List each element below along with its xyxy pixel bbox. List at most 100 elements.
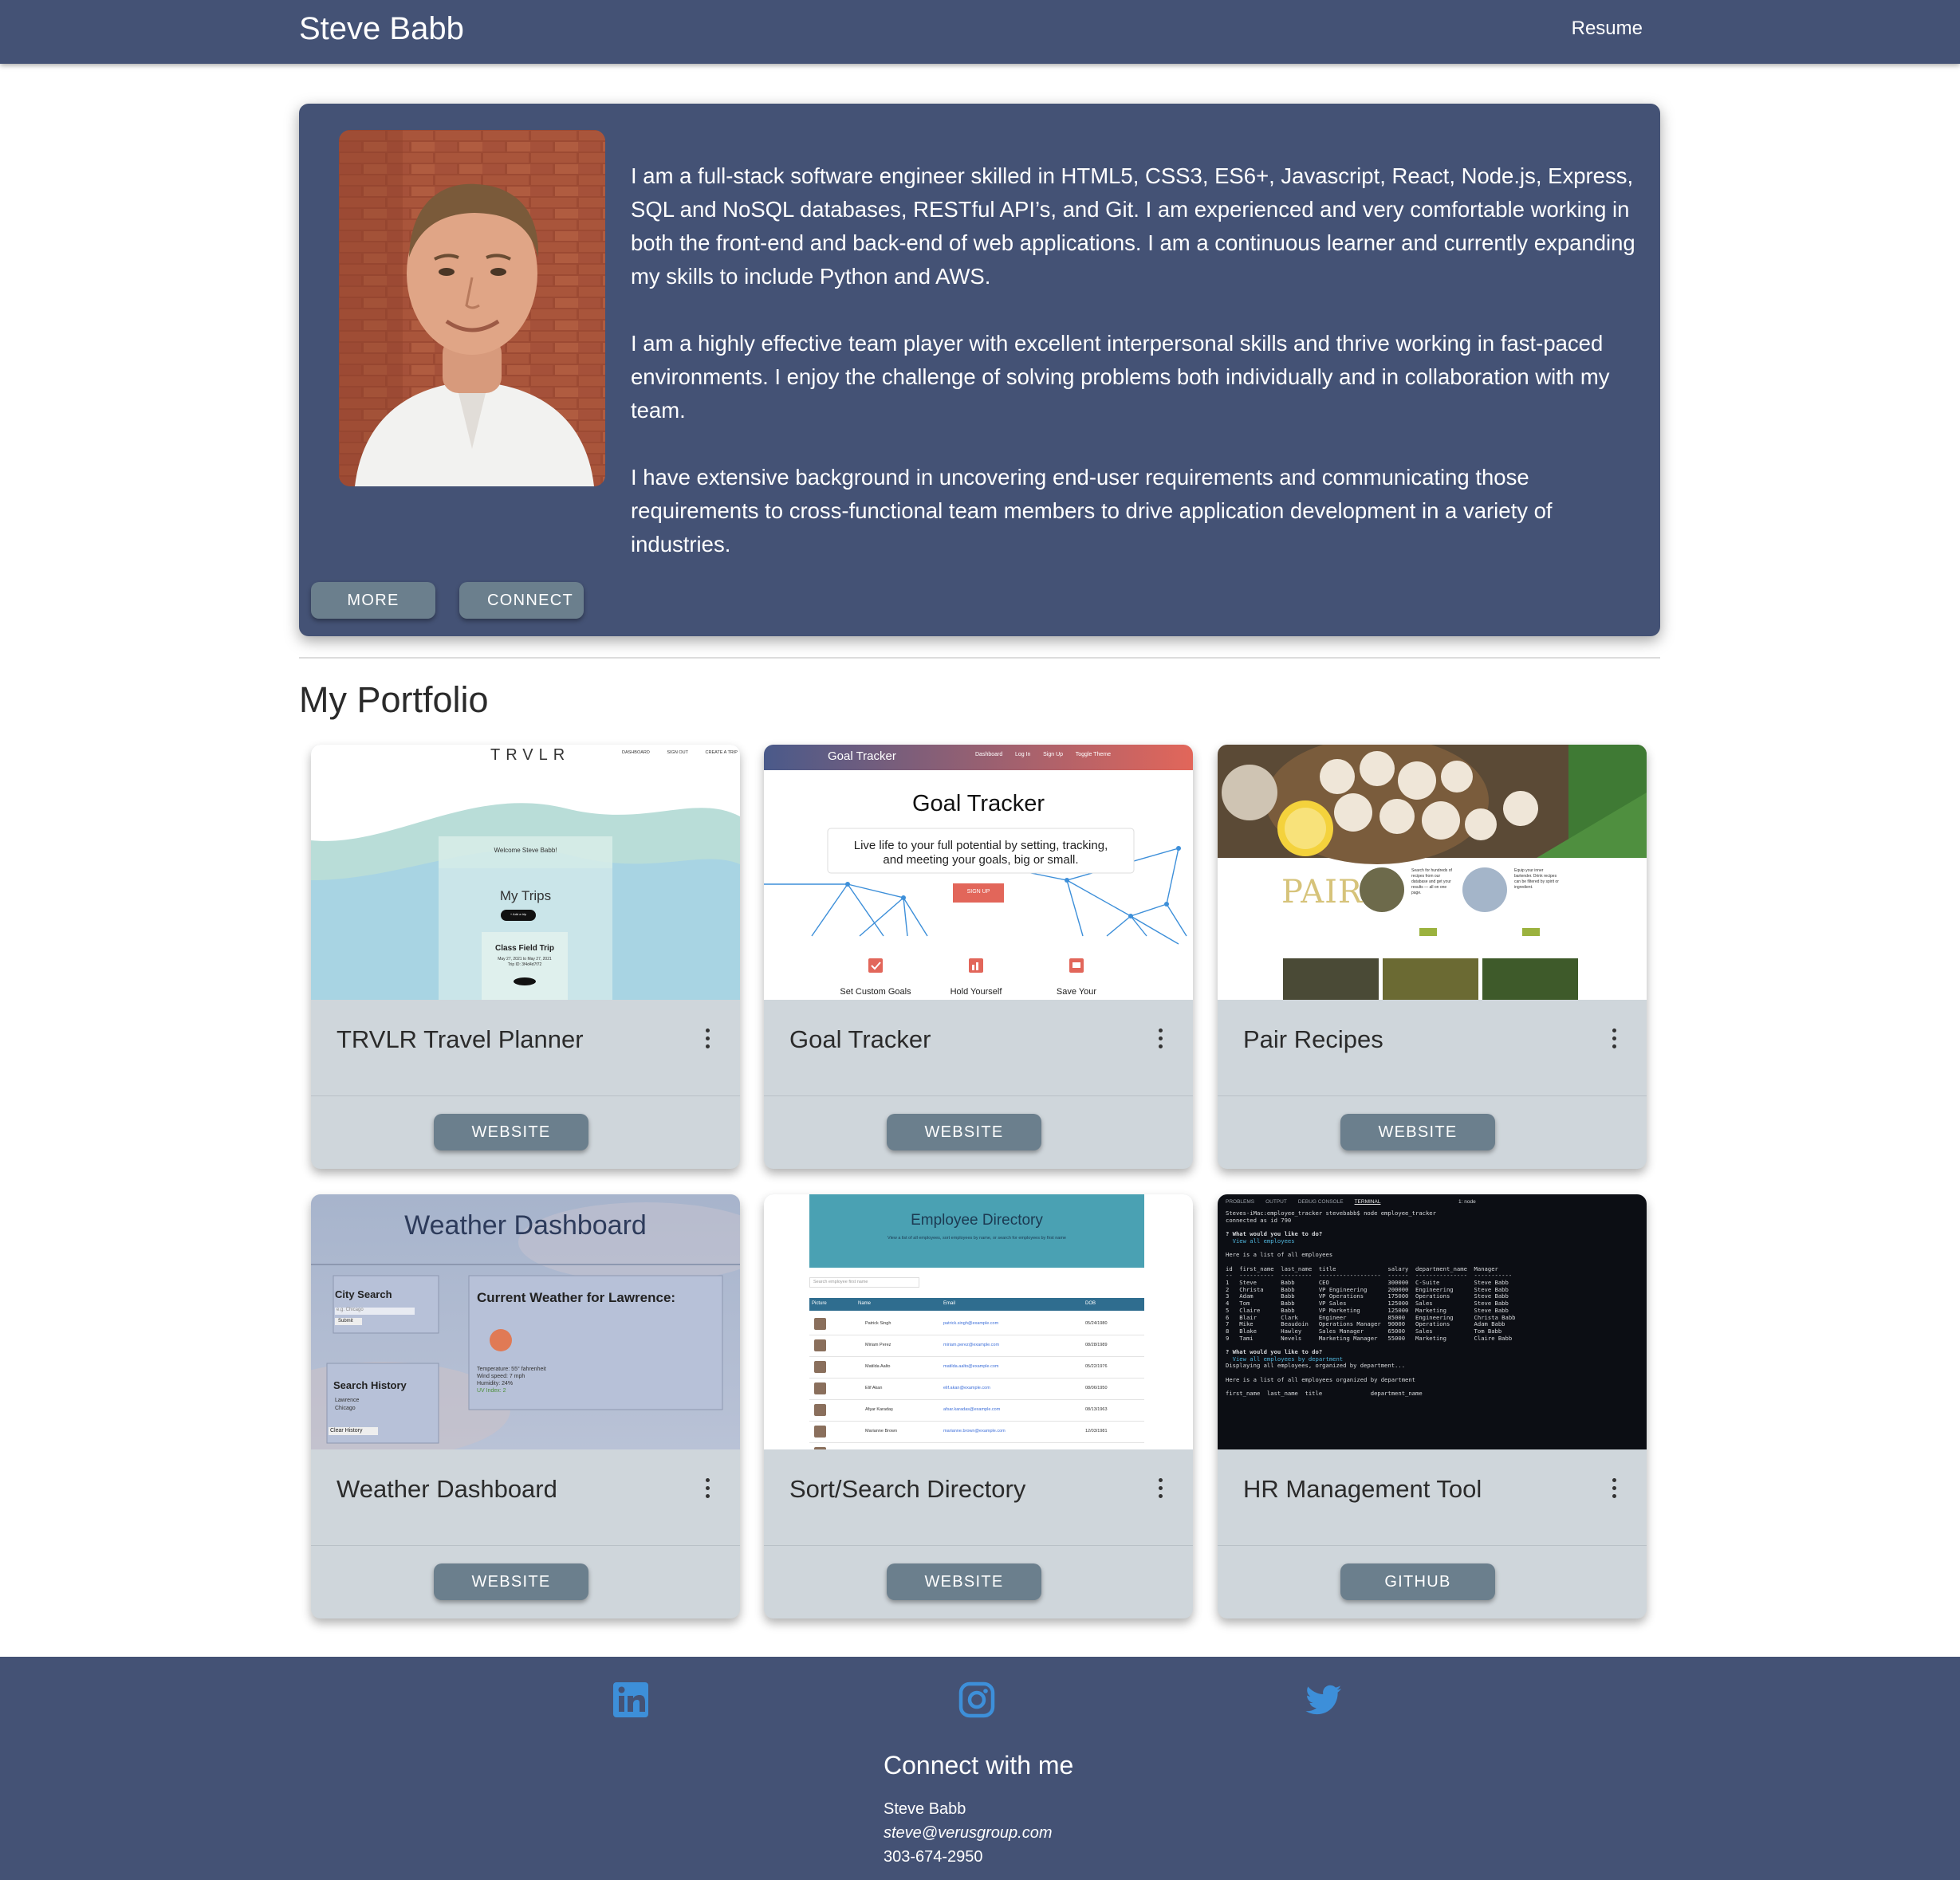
more-vert-icon[interactable] (1612, 1028, 1618, 1051)
card-title: Sort/Search Directory (789, 1475, 1026, 1503)
directory-col: Picture (812, 1301, 827, 1306)
navbar: Steve Babb Resume (0, 0, 1960, 64)
more-button[interactable]: MORE (311, 582, 435, 619)
more-vert-icon[interactable] (1612, 1478, 1618, 1500)
footer-email[interactable]: steve@verusgroup.com (884, 1824, 1053, 1843)
card-divider (1218, 1095, 1647, 1096)
project-card-hr-management-tool: PROBLEMS OUTPUT DEBUG CONSOLE TERMINAL 1… (1218, 1194, 1647, 1618)
trvlr-nav-item: DASHBOARD (622, 750, 650, 755)
weather-details: Temperature: 55° fahrenheit Wind speed: … (477, 1366, 546, 1394)
hr-tab: OUTPUT (1265, 1199, 1287, 1205)
website-button[interactable]: WEBSITE (434, 1114, 588, 1150)
goal-feature: Hold Yourself (950, 987, 1002, 997)
goal-tagline: Live life to your full potential by sett… (828, 839, 1134, 867)
weather-temp: Temperature: 55° fahrenheit (477, 1367, 546, 1372)
weather-city-input: e.g. Chicago (337, 1308, 364, 1312)
goal-nav-item: Dashboard (975, 752, 1003, 757)
footer: Connect with me Steve Babb steve@verusgr… (0, 1657, 1960, 1880)
employee-photo (814, 1318, 826, 1330)
hr-tab: DEBUG CONSOLE (1297, 1199, 1344, 1205)
footer-name: Steve Babb (884, 1800, 966, 1818)
project-thumbnail[interactable]: Goal Tracker Dashboard Log In Sign Up To… (764, 745, 1193, 1000)
more-vert-icon[interactable] (705, 1028, 711, 1051)
project-card-goal-tracker: Goal Tracker Dashboard Log In Sign Up To… (764, 745, 1193, 1169)
goal-tagline-line: and meeting your goals, big or small. (883, 853, 1079, 867)
github-button[interactable]: GITHUB (1340, 1563, 1495, 1600)
goal-heading: Goal Tracker (912, 791, 1045, 816)
directory-col: Name (858, 1301, 872, 1306)
project-thumbnail[interactable]: PROBLEMS OUTPUT DEBUG CONSOLE TERMINAL 1… (1218, 1194, 1647, 1449)
card-title: TRVLR Travel Planner (337, 1025, 584, 1053)
goal-feature: Set Custom Goals (840, 987, 911, 997)
hr-terminal-output: Steves-iMac:employee_tracker stevebabb$ … (1226, 1209, 1516, 1398)
project-thumbnail[interactable]: Employee Directory View a list of all em… (764, 1194, 1193, 1449)
weather-current: Current Weather for Lawrence: (477, 1290, 676, 1305)
about-actions: MORE CONNECT (311, 582, 608, 619)
more-vert-icon[interactable] (705, 1478, 711, 1500)
about-card: I am a full-stack software engineer skil… (299, 104, 1660, 636)
directory-cell: 12/03/1981 (1085, 1429, 1108, 1434)
website-button[interactable]: WEBSITE (887, 1114, 1041, 1150)
weather-heading: Weather Dashboard (404, 1210, 647, 1241)
directory-cell: 08/28/1989 (1085, 1343, 1108, 1347)
profile-photo (339, 130, 605, 486)
trvlr-nav-item: CREATE A TRIP (705, 750, 738, 755)
project-thumbnail[interactable]: PAIR Search for hundreds of recipes from… (1218, 745, 1647, 1000)
directory-row: Patrick Singh patrick.singh@example.com 05… (809, 1314, 1144, 1335)
directory-cell: Marianne Brown (865, 1429, 898, 1434)
instagram-icon[interactable] (958, 1681, 996, 1719)
more-vert-icon[interactable] (1158, 1028, 1164, 1051)
trvlr-logo: TRVLR (490, 746, 571, 764)
employee-photo (814, 1382, 826, 1394)
hr-tabs: PROBLEMS OUTPUT DEBUG CONSOLE TERMINAL (1226, 1199, 1380, 1205)
goal-tagline-line: Live life to your full potential by sett… (853, 839, 1108, 852)
trvlr-nav-item: SIGN OUT (667, 750, 688, 755)
weather-humidity: Humidity: 24% (477, 1381, 514, 1386)
trvlr-welcome: Welcome Steve Babb! (494, 847, 557, 854)
website-button[interactable]: WEBSITE (1340, 1114, 1495, 1150)
project-thumbnail[interactable]: TRVLR DASHBOARD SIGN OUT CREATE A TRIP W… (311, 745, 740, 1000)
card-title: Goal Tracker (789, 1025, 931, 1053)
goal-nav-item: Log In (1014, 752, 1031, 757)
directory-cell: 05/22/1976 (1085, 1364, 1108, 1369)
linkedin-icon[interactable] (612, 1681, 650, 1719)
more-vert-icon[interactable] (1158, 1478, 1164, 1500)
website-button[interactable]: WEBSITE (434, 1563, 588, 1600)
card-divider (311, 1545, 740, 1546)
directory-cell: patrick.singh@example.com (943, 1321, 999, 1326)
directory-cell: 08/06/1950 (1085, 1386, 1108, 1390)
trvlr-nav: DASHBOARD SIGN OUT CREATE A TRIP (622, 750, 738, 755)
directory-cell: Matilda Aalto (865, 1364, 891, 1369)
card-divider (1218, 1545, 1647, 1546)
website-button[interactable]: WEBSITE (887, 1563, 1041, 1600)
brand-title[interactable]: Steve Babb (299, 11, 464, 47)
terminal-line: Displaying all employees, organized by d… (1226, 1362, 1406, 1370)
directory-cell: elif.akan@example.com (943, 1386, 990, 1390)
card-divider (764, 1095, 1193, 1096)
card-title: HR Management Tool (1243, 1475, 1482, 1503)
project-card-pair-recipes: PAIR Search for hundreds of recipes from… (1218, 745, 1647, 1169)
trvlr-add-trip: + Add a trip (510, 912, 527, 916)
project-card-weather-dashboard: Weather Dashboard City Search e.g. Chica… (311, 1194, 740, 1618)
directory-row: Marianne Brown marianne.brown@example.com… (809, 1422, 1144, 1443)
resume-link[interactable]: Resume (1572, 18, 1643, 40)
weather-history-item: Chicago (335, 1406, 356, 1411)
terminal-line: 9 Tami Nevels Marketing Manager 55000 Ma… (1226, 1334, 1513, 1342)
hr-tab: TERMINAL (1354, 1199, 1381, 1205)
goal-nav-item: Sign Up (1043, 752, 1064, 757)
twitter-icon[interactable] (1305, 1681, 1343, 1719)
directory-col: DOB (1085, 1301, 1096, 1306)
directory-search: Search employee first name (809, 1277, 919, 1288)
directory-row: Elif Akan elif.akan@example.com 08/06/1950 (809, 1379, 1144, 1400)
project-thumbnail[interactable]: Weather Dashboard City Search e.g. Chica… (311, 1194, 740, 1449)
connect-button[interactable]: CONNECT (459, 582, 584, 619)
card-title: Pair Recipes (1243, 1025, 1383, 1053)
terminal-line: connected as id 790 (1226, 1216, 1292, 1224)
footer-phone[interactable]: 303-674-2950 (884, 1848, 983, 1866)
hr-node-select: 1: node (1458, 1199, 1476, 1205)
directory-row: Matilda Aalto matilda.aalto@example.com 05… (809, 1357, 1144, 1379)
directory-row: Afşar Karadaş afsar.karadas@example.com 08… (809, 1400, 1144, 1422)
trvlr-trip-name: Class Field Trip (495, 944, 554, 953)
card-divider (311, 1095, 740, 1096)
project-card-trvlr: TRVLR DASHBOARD SIGN OUT CREATE A TRIP W… (311, 745, 740, 1169)
